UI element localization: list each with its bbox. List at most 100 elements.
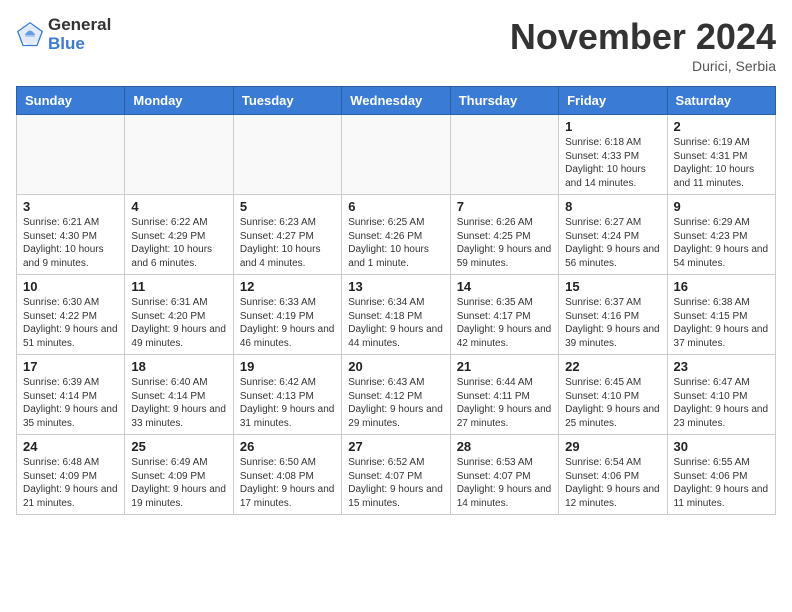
day-info: Sunrise: 6:21 AM Sunset: 4:30 PM Dayligh… — [23, 216, 118, 270]
day-number: 25 — [131, 439, 226, 454]
day-number: 13 — [348, 279, 443, 294]
day-number: 12 — [240, 279, 335, 294]
day-cell: 28 Sunrise: 6:53 AM Sunset: 4:07 PM Dayli… — [450, 435, 558, 515]
logo-blue: Blue — [48, 35, 111, 54]
col-sunday: Sunday — [17, 87, 125, 115]
day-info: Sunrise: 6:48 AM Sunset: 4:09 PM Dayligh… — [23, 456, 118, 510]
day-cell — [450, 115, 558, 195]
col-tuesday: Tuesday — [233, 87, 341, 115]
day-cell: 7 Sunrise: 6:26 AM Sunset: 4:25 PM Daylig… — [450, 195, 558, 275]
day-info: Sunrise: 6:39 AM Sunset: 4:14 PM Dayligh… — [23, 376, 118, 430]
day-info: Sunrise: 6:30 AM Sunset: 4:22 PM Dayligh… — [23, 296, 118, 350]
day-cell: 17 Sunrise: 6:39 AM Sunset: 4:14 PM Dayli… — [17, 355, 125, 435]
day-cell: 13Sunrise: 6:34 AM Sunset: 4:18 PM Dayli… — [342, 275, 450, 355]
logo-icon — [16, 21, 44, 49]
day-info: Sunrise: 6:44 AM Sunset: 4:11 PM Dayligh… — [457, 376, 552, 430]
day-cell: 23Sunrise: 6:47 AM Sunset: 4:10 PM Dayli… — [667, 355, 775, 435]
day-number: 21 — [457, 359, 552, 374]
day-cell: 26 Sunrise: 6:50 AM Sunset: 4:08 PM Dayli… — [233, 435, 341, 515]
day-cell: 15Sunrise: 6:37 AM Sunset: 4:16 PM Dayli… — [559, 275, 667, 355]
day-info: Sunrise: 6:53 AM Sunset: 4:07 PM Dayligh… — [457, 456, 552, 510]
day-cell: 12 Sunrise: 6:33 AM Sunset: 4:19 PM Dayli… — [233, 275, 341, 355]
day-cell: 18Sunrise: 6:40 AM Sunset: 4:14 PM Dayli… — [125, 355, 233, 435]
calendar-body: 1 Sunrise: 6:18 AM Sunset: 4:33 PM Daylig… — [17, 115, 776, 515]
logo: General Blue — [16, 16, 111, 53]
day-info: Sunrise: 6:33 AM Sunset: 4:19 PM Dayligh… — [240, 296, 335, 350]
day-info: Sunrise: 6:19 AM Sunset: 4:31 PM Dayligh… — [674, 136, 769, 190]
day-number: 17 — [23, 359, 118, 374]
day-info: Sunrise: 6:47 AM Sunset: 4:10 PM Dayligh… — [674, 376, 769, 430]
day-number: 9 — [674, 199, 769, 214]
logo-text: General Blue — [48, 16, 111, 53]
day-cell: 25 Sunrise: 6:49 AM Sunset: 4:09 PM Dayli… — [125, 435, 233, 515]
day-cell: 9 Sunrise: 6:29 AM Sunset: 4:23 PM Daylig… — [667, 195, 775, 275]
page-header: General Blue November 2024 Durici, Serbi… — [16, 16, 776, 74]
day-info: Sunrise: 6:18 AM Sunset: 4:33 PM Dayligh… — [565, 136, 660, 190]
day-number: 14 — [457, 279, 552, 294]
day-number: 28 — [457, 439, 552, 454]
day-number: 7 — [457, 199, 552, 214]
day-cell: 1 Sunrise: 6:18 AM Sunset: 4:33 PM Daylig… — [559, 115, 667, 195]
week-row-5: 24 Sunrise: 6:48 AM Sunset: 4:09 PM Dayli… — [17, 435, 776, 515]
day-number: 11 — [131, 279, 226, 294]
day-cell: 11 Sunrise: 6:31 AM Sunset: 4:20 PM Dayli… — [125, 275, 233, 355]
day-info: Sunrise: 6:49 AM Sunset: 4:09 PM Dayligh… — [131, 456, 226, 510]
day-cell: 27 Sunrise: 6:52 AM Sunset: 4:07 PM Dayli… — [342, 435, 450, 515]
day-number: 29 — [565, 439, 660, 454]
week-row-4: 17 Sunrise: 6:39 AM Sunset: 4:14 PM Dayli… — [17, 355, 776, 435]
day-cell: 5 Sunrise: 6:23 AM Sunset: 4:27 PM Daylig… — [233, 195, 341, 275]
header-row: Sunday Monday Tuesday Wednesday Thursday… — [17, 87, 776, 115]
logo-general: General — [48, 16, 111, 35]
day-info: Sunrise: 6:35 AM Sunset: 4:17 PM Dayligh… — [457, 296, 552, 350]
week-row-1: 1 Sunrise: 6:18 AM Sunset: 4:33 PM Daylig… — [17, 115, 776, 195]
col-thursday: Thursday — [450, 87, 558, 115]
day-number: 24 — [23, 439, 118, 454]
day-info: Sunrise: 6:54 AM Sunset: 4:06 PM Dayligh… — [565, 456, 660, 510]
day-info: Sunrise: 6:31 AM Sunset: 4:20 PM Dayligh… — [131, 296, 226, 350]
day-number: 4 — [131, 199, 226, 214]
day-number: 26 — [240, 439, 335, 454]
day-number: 1 — [565, 119, 660, 134]
calendar-header: Sunday Monday Tuesday Wednesday Thursday… — [17, 87, 776, 115]
day-info: Sunrise: 6:38 AM Sunset: 4:15 PM Dayligh… — [674, 296, 769, 350]
day-number: 27 — [348, 439, 443, 454]
day-cell: 16 Sunrise: 6:38 AM Sunset: 4:15 PM Dayli… — [667, 275, 775, 355]
day-cell: 6Sunrise: 6:25 AM Sunset: 4:26 PM Daylig… — [342, 195, 450, 275]
day-info: Sunrise: 6:23 AM Sunset: 4:27 PM Dayligh… — [240, 216, 335, 270]
day-info: Sunrise: 6:50 AM Sunset: 4:08 PM Dayligh… — [240, 456, 335, 510]
day-number: 3 — [23, 199, 118, 214]
day-info: Sunrise: 6:42 AM Sunset: 4:13 PM Dayligh… — [240, 376, 335, 430]
day-number: 5 — [240, 199, 335, 214]
title-area: November 2024 Durici, Serbia — [510, 16, 776, 74]
day-cell: 20 Sunrise: 6:43 AM Sunset: 4:12 PM Dayli… — [342, 355, 450, 435]
day-info: Sunrise: 6:52 AM Sunset: 4:07 PM Dayligh… — [348, 456, 443, 510]
day-cell — [17, 115, 125, 195]
day-cell: 2Sunrise: 6:19 AM Sunset: 4:31 PM Daylig… — [667, 115, 775, 195]
day-info: Sunrise: 6:22 AM Sunset: 4:29 PM Dayligh… — [131, 216, 226, 270]
day-number: 19 — [240, 359, 335, 374]
day-cell — [125, 115, 233, 195]
day-number: 16 — [674, 279, 769, 294]
day-info: Sunrise: 6:55 AM Sunset: 4:06 PM Dayligh… — [674, 456, 769, 510]
col-monday: Monday — [125, 87, 233, 115]
day-info: Sunrise: 6:26 AM Sunset: 4:25 PM Dayligh… — [457, 216, 552, 270]
day-cell: 8Sunrise: 6:27 AM Sunset: 4:24 PM Daylig… — [559, 195, 667, 275]
day-info: Sunrise: 6:29 AM Sunset: 4:23 PM Dayligh… — [674, 216, 769, 270]
day-number: 15 — [565, 279, 660, 294]
col-saturday: Saturday — [667, 87, 775, 115]
day-number: 30 — [674, 439, 769, 454]
day-info: Sunrise: 6:40 AM Sunset: 4:14 PM Dayligh… — [131, 376, 226, 430]
day-cell: 4 Sunrise: 6:22 AM Sunset: 4:29 PM Daylig… — [125, 195, 233, 275]
day-cell: 24 Sunrise: 6:48 AM Sunset: 4:09 PM Dayli… — [17, 435, 125, 515]
day-number: 8 — [565, 199, 660, 214]
col-wednesday: Wednesday — [342, 87, 450, 115]
day-number: 20 — [348, 359, 443, 374]
day-cell — [342, 115, 450, 195]
day-cell: 10Sunrise: 6:30 AM Sunset: 4:22 PM Dayli… — [17, 275, 125, 355]
day-info: Sunrise: 6:43 AM Sunset: 4:12 PM Dayligh… — [348, 376, 443, 430]
day-cell: 30 Sunrise: 6:55 AM Sunset: 4:06 PM Dayli… — [667, 435, 775, 515]
day-cell: 22Sunrise: 6:45 AM Sunset: 4:10 PM Dayli… — [559, 355, 667, 435]
day-number: 22 — [565, 359, 660, 374]
day-cell: 19 Sunrise: 6:42 AM Sunset: 4:13 PM Dayli… — [233, 355, 341, 435]
week-row-3: 10Sunrise: 6:30 AM Sunset: 4:22 PM Dayli… — [17, 275, 776, 355]
